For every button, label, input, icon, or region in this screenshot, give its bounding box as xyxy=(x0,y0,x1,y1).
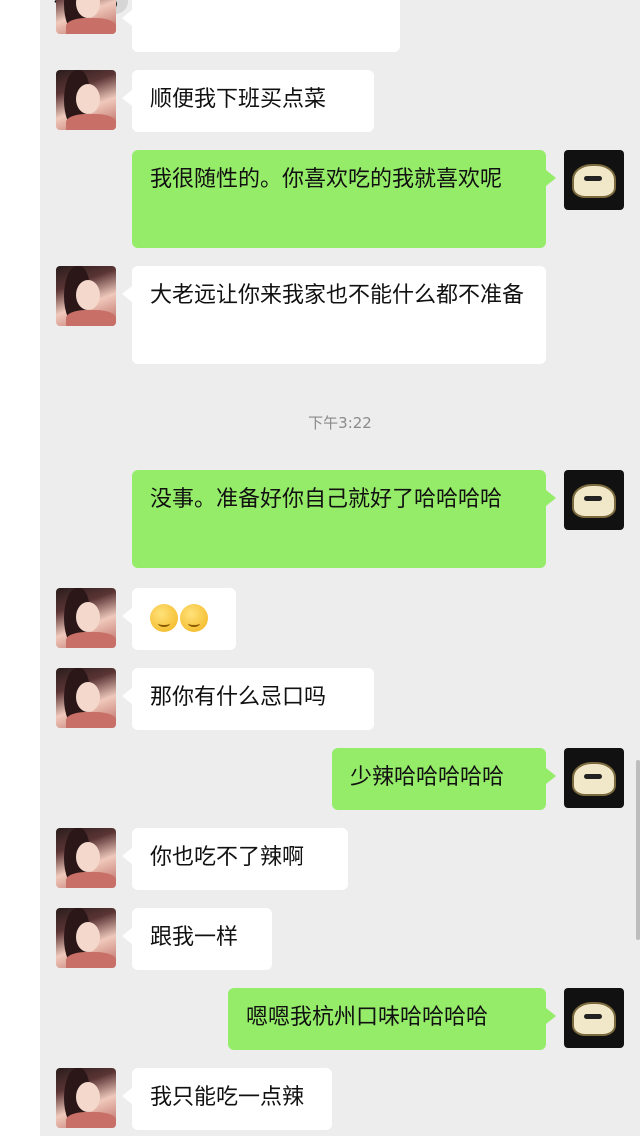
contact-avatar[interactable] xyxy=(56,588,116,648)
message-text: 我很随性的。你喜欢吃的我就喜欢呢 xyxy=(150,167,503,192)
contact-avatar[interactable] xyxy=(56,668,116,728)
message-text: 那你有什么忌口吗 xyxy=(150,685,327,710)
chat-screen: 48 宝宝 ··· 顺便我下班买点菜 我很随性的。你喜欢吃的我就喜欢呢 大老远让… xyxy=(40,0,640,1136)
message-bubble-received[interactable] xyxy=(122,588,236,650)
contact-avatar[interactable] xyxy=(56,266,116,326)
thinking-face-emoji xyxy=(150,604,178,632)
message-bubble-received[interactable]: 跟我一样 xyxy=(122,908,272,970)
message-bubble-received[interactable]: 那你有什么忌口吗 xyxy=(122,668,374,730)
contact-avatar[interactable] xyxy=(56,908,116,968)
message-bubble-sent[interactable]: 我很随性的。你喜欢吃的我就喜欢呢 xyxy=(132,150,556,248)
message-bubble-received[interactable]: 大老远让你来我家也不能什么都不准备 xyxy=(122,266,546,364)
message-bubble-received[interactable]: 我只能吃一点辣 xyxy=(122,1068,332,1130)
message-text: 跟我一样 xyxy=(150,925,239,950)
my-avatar[interactable] xyxy=(564,988,624,1048)
message-text: 顺便我下班买点菜 xyxy=(150,87,327,112)
message-text: 少辣哈哈哈哈哈 xyxy=(350,765,505,790)
contact-avatar[interactable] xyxy=(56,0,116,34)
message-bubble-received[interactable]: 顺便我下班买点菜 xyxy=(122,70,374,132)
my-avatar[interactable] xyxy=(564,470,624,530)
more-options-button[interactable]: ··· xyxy=(578,0,610,15)
contact-avatar[interactable] xyxy=(56,70,116,130)
message-text: 我只能吃一点辣 xyxy=(150,1085,305,1110)
message-bubble-received[interactable] xyxy=(122,0,400,52)
message-text: 大老远让你来我家也不能什么都不准备 xyxy=(150,283,525,308)
message-text: 你也吃不了辣啊 xyxy=(150,845,305,870)
message-timestamp: 下午3:22 xyxy=(308,414,372,432)
message-bubble-sent[interactable]: 嗯嗯我杭州口味哈哈哈哈 xyxy=(228,988,556,1050)
contact-avatar[interactable] xyxy=(56,1068,116,1128)
message-bubble-received[interactable]: 你也吃不了辣啊 xyxy=(122,828,348,890)
message-text: 没事。准备好你自己就好了哈哈哈哈 xyxy=(150,487,503,512)
emoji-group xyxy=(150,604,208,632)
message-bubble-sent[interactable]: 少辣哈哈哈哈哈 xyxy=(332,748,556,810)
my-avatar[interactable] xyxy=(564,748,624,808)
contact-avatar[interactable] xyxy=(56,828,116,888)
message-text: 嗯嗯我杭州口味哈哈哈哈 xyxy=(246,1005,489,1030)
my-avatar[interactable] xyxy=(564,150,624,210)
message-bubble-sent[interactable]: 没事。准备好你自己就好了哈哈哈哈 xyxy=(132,470,556,568)
scrollbar[interactable] xyxy=(636,760,640,940)
thinking-face-emoji xyxy=(180,604,208,632)
